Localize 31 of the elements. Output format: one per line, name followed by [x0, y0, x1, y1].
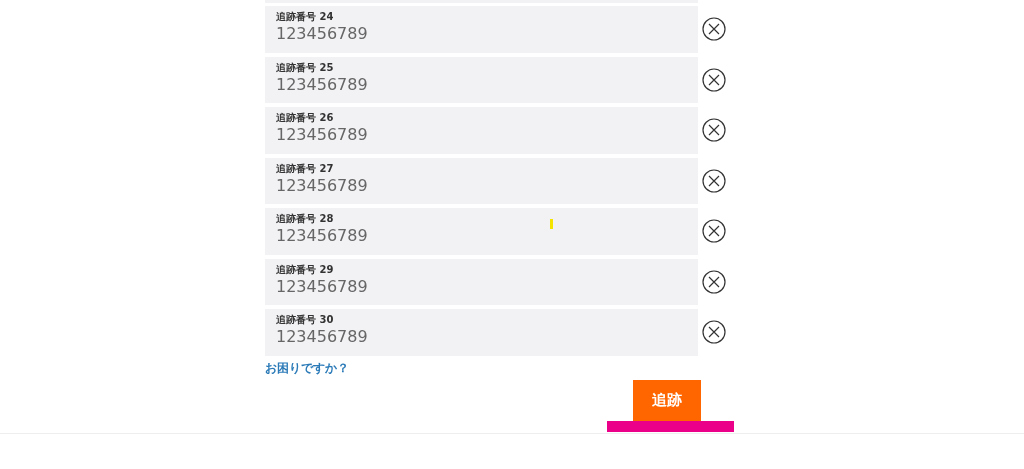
tracking-number-field[interactable]: 追跡番号 26 123456789 [265, 107, 698, 154]
clear-icon[interactable] [702, 17, 726, 42]
tracking-number-input[interactable]: 123456789 [276, 23, 687, 45]
clear-icon[interactable] [702, 219, 726, 244]
tracking-number-input[interactable]: 123456789 [276, 326, 687, 348]
field-label: 追跡番号 26 [276, 112, 334, 124]
tracking-number-input[interactable]: 123456789 [276, 225, 687, 247]
field-label: 追跡番号 27 [276, 162, 334, 175]
field-label: 追跡番号 29 [276, 263, 334, 276]
field-label: 追跡番号 25 [276, 61, 334, 74]
tracking-number-input[interactable]: 123456789 [276, 275, 687, 298]
track-button[interactable]: 追跡 [633, 379, 701, 421]
tracking-number-field[interactable]: 追跡番号 29 123456789 [265, 258, 698, 305]
cursor-mark [550, 219, 553, 229]
field-label: 追跡番号 30 [276, 314, 334, 326]
field-label: 追跡番号 28 [276, 213, 334, 225]
tracking-number-field[interactable]: 追跡番号 25 123456789 [265, 56, 698, 103]
tracking-number-input[interactable]: 123456789 [276, 124, 687, 146]
help-link[interactable]: お困りですか？ [265, 358, 349, 377]
clear-icon[interactable] [702, 118, 726, 143]
clear-icon[interactable] [702, 168, 726, 193]
tracking-number-field[interactable]: 追跡番号 28 123456789 [265, 208, 698, 255]
tracking-number-input[interactable]: 123456789 [276, 174, 687, 197]
tracking-number-input[interactable]: 123456789 [276, 73, 687, 96]
tracking-number-field[interactable]: 追跡番号 27 123456789 [265, 157, 698, 204]
clear-icon[interactable] [702, 67, 726, 92]
field-label: 追跡番号 24 [276, 11, 334, 23]
tracking-number-field[interactable]: 追跡番号 30 123456789 [265, 309, 698, 356]
tracking-number-field[interactable]: 追跡番号 24 123456789 [265, 6, 698, 53]
clear-icon[interactable] [702, 320, 726, 345]
clear-icon[interactable] [702, 269, 726, 294]
